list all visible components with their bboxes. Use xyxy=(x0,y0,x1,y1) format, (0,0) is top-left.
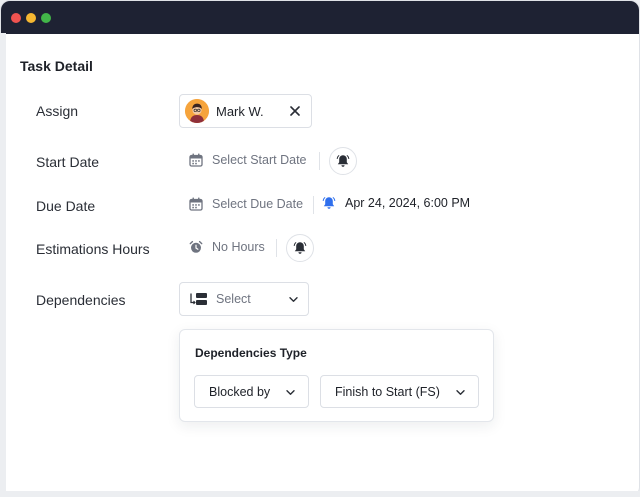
calendar-icon xyxy=(189,197,203,211)
dependency-icon xyxy=(190,293,207,305)
dependency-relation-value: Blocked by xyxy=(209,384,271,399)
dependencies-type-popover: Dependencies Type Blocked by Finish to S… xyxy=(179,329,494,422)
chevron-down-icon xyxy=(286,390,295,395)
divider xyxy=(276,239,277,257)
start-date-label: Start Date xyxy=(36,154,100,170)
window-close-button[interactable] xyxy=(11,13,21,23)
window-frame-bottom xyxy=(0,491,640,497)
bell-icon xyxy=(322,197,336,209)
divider xyxy=(313,196,314,214)
start-date-picker[interactable]: Select Start Date xyxy=(189,153,307,167)
dependencies-type-title: Dependencies Type xyxy=(195,346,307,360)
window-minimize-button[interactable] xyxy=(26,13,36,23)
due-date-picker[interactable]: Select Due Date xyxy=(189,197,303,211)
due-date-placeholder: Select Due Date xyxy=(212,197,304,211)
dependencies-select-value: Select xyxy=(216,292,251,306)
remove-assignee-close-icon[interactable] xyxy=(287,103,303,119)
estimation-hours-label: Estimations Hours xyxy=(36,241,150,257)
estimation-hours-placeholder: No Hours xyxy=(212,240,265,254)
estimation-reminder-button[interactable] xyxy=(286,234,314,262)
chevron-down-icon xyxy=(289,297,298,302)
dependency-relation-select[interactable]: Blocked by xyxy=(194,375,309,408)
bell-icon xyxy=(336,155,350,167)
chevron-down-icon xyxy=(456,390,465,395)
assign-label: Assign xyxy=(36,103,79,119)
start-date-placeholder: Select Start Date xyxy=(212,153,307,167)
due-date-reminder-value: Apr 24, 2024, 6:00 PM xyxy=(345,196,471,210)
calendar-icon xyxy=(189,153,203,167)
due-date-label: Due Date xyxy=(36,198,96,214)
title-bar xyxy=(1,1,639,34)
bell-icon xyxy=(293,242,307,254)
user-avatar xyxy=(185,99,209,123)
estimation-hours-input[interactable]: No Hours xyxy=(189,240,265,254)
assignee-chip[interactable]: Mark W. xyxy=(179,94,312,128)
dependency-type-value: Finish to Start (FS) xyxy=(335,384,440,399)
window-frame-left xyxy=(0,33,6,497)
due-date-reminder[interactable]: Apr 24, 2024, 6:00 PM xyxy=(322,196,470,210)
dependencies-select[interactable]: Select xyxy=(179,282,309,316)
divider xyxy=(319,152,320,170)
dependency-type-select[interactable]: Finish to Start (FS) xyxy=(320,375,479,408)
assignee-name: Mark W. xyxy=(216,103,264,119)
alarm-clock-icon xyxy=(189,240,203,253)
start-date-reminder-button[interactable] xyxy=(329,147,357,175)
window-maximize-button[interactable] xyxy=(41,13,51,23)
dependencies-label: Dependencies xyxy=(36,292,126,308)
page-title: Task Detail xyxy=(20,58,93,74)
